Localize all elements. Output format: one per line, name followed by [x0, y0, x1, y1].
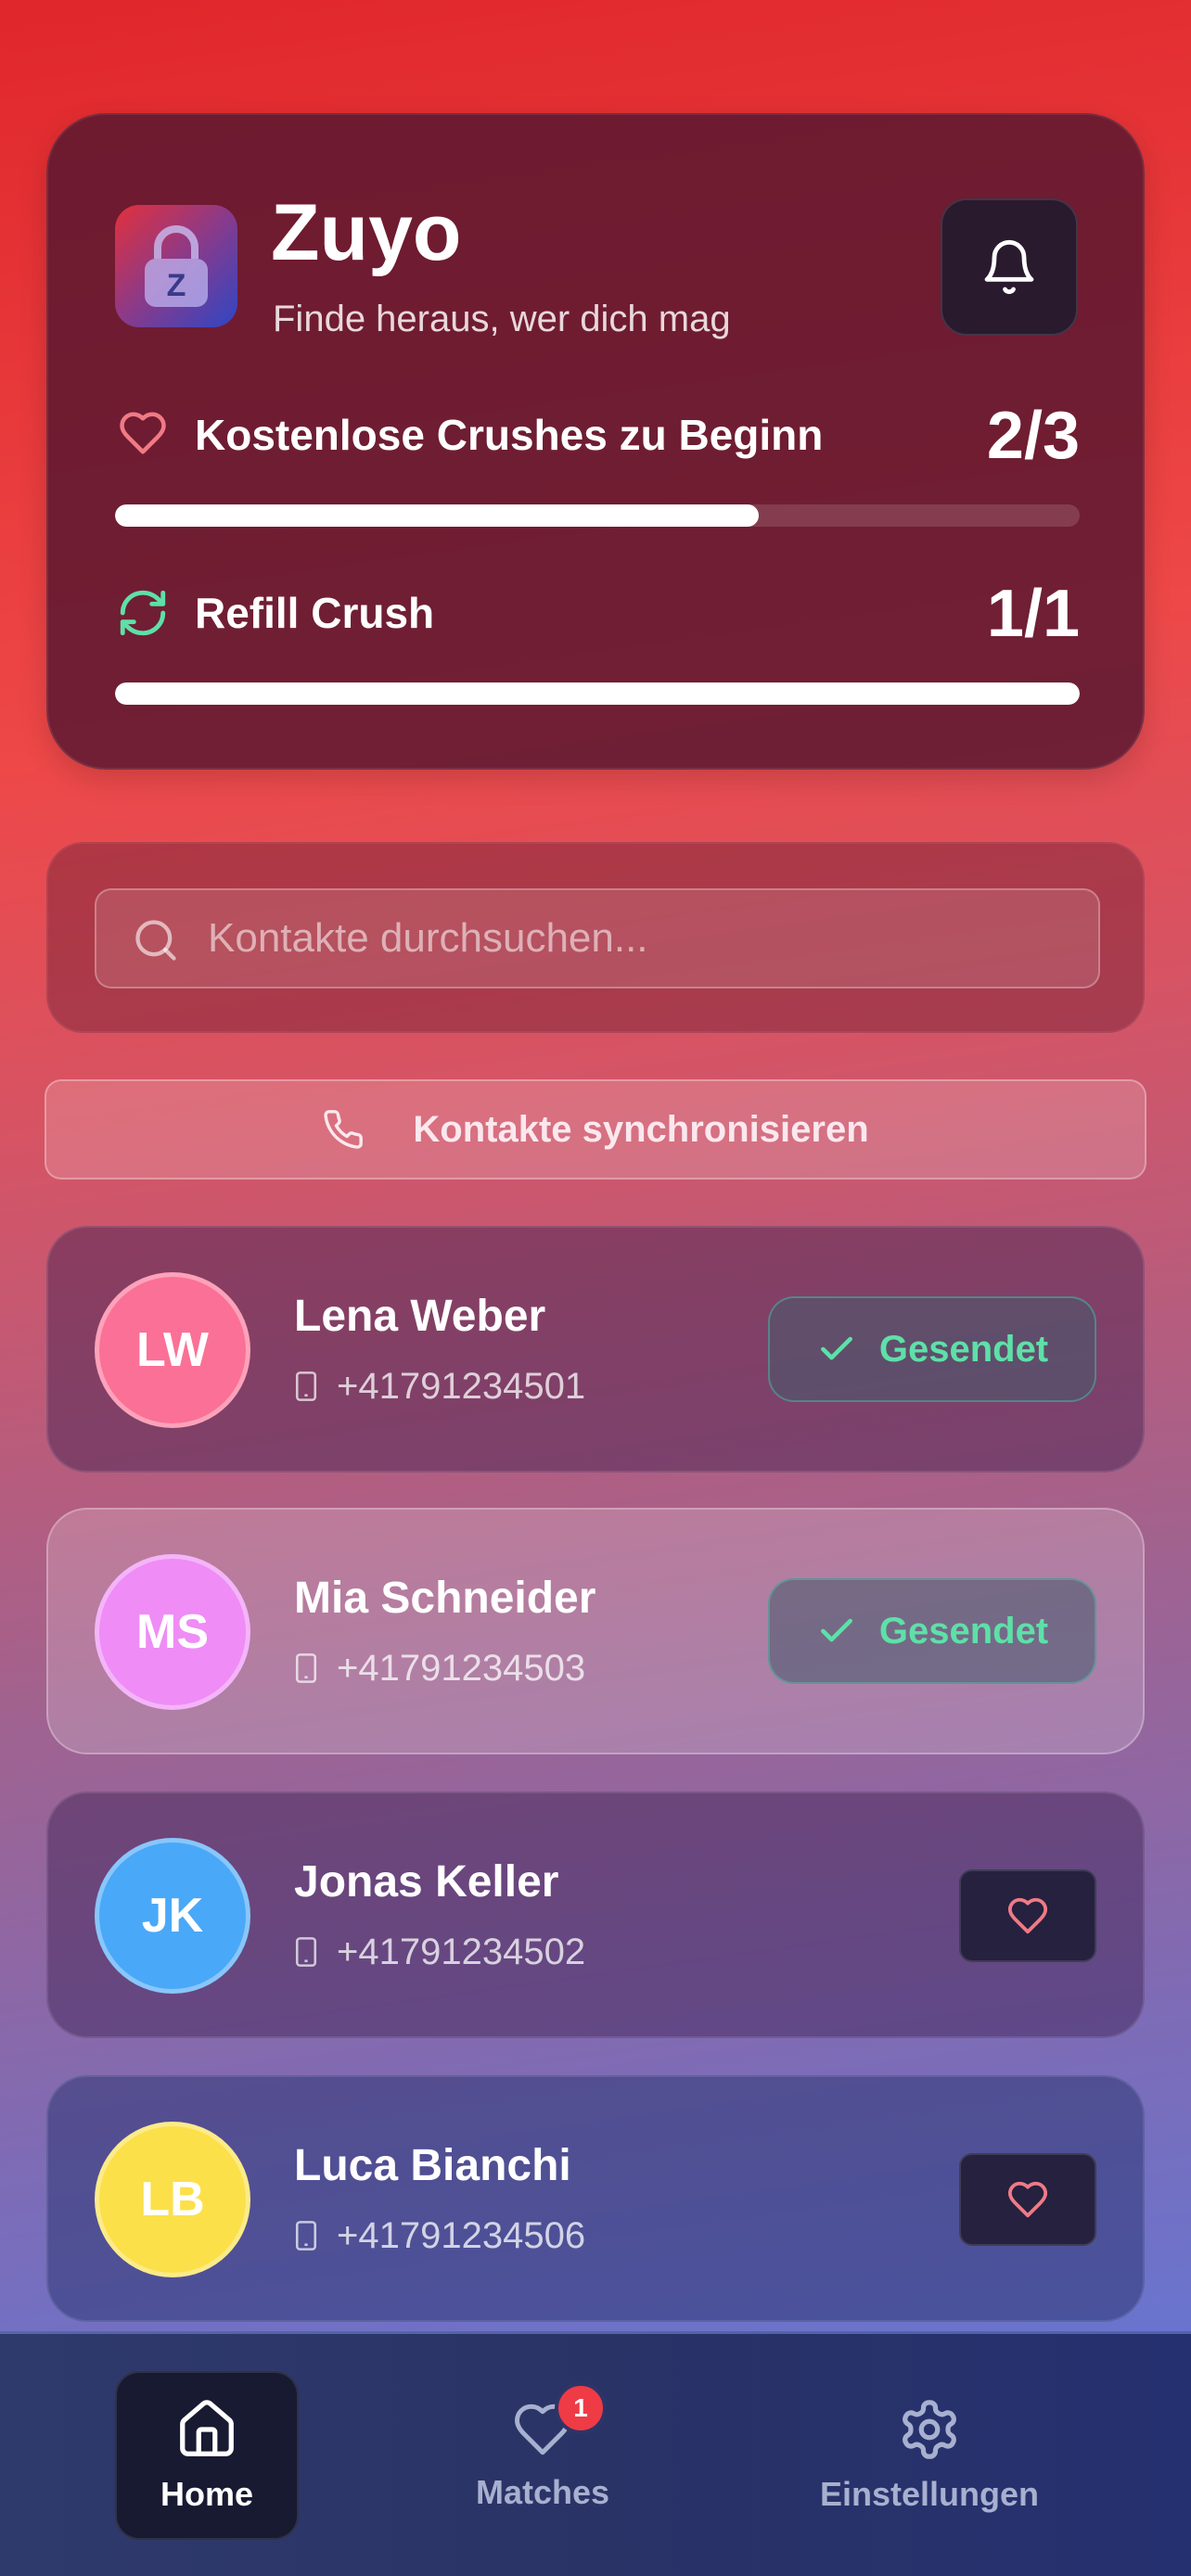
contact-card[interactable]: LW Lena Weber +41791234501 Gesendet: [46, 1226, 1145, 1473]
smartphone-icon: [295, 1937, 317, 1967]
sent-button[interactable]: Gesendet: [768, 1296, 1096, 1402]
svg-text:Z: Z: [167, 268, 186, 303]
bell-icon: [984, 239, 1034, 295]
app-subtitle: Finde heraus, wer dich mag: [273, 299, 731, 339]
app-logo: Z: [115, 205, 237, 327]
contact-phone-row: +41791234502: [294, 1929, 585, 1975]
matches-icon-wrap: 1: [510, 2382, 607, 2460]
notifications-button[interactable]: [941, 198, 1078, 336]
phone-icon: [324, 1110, 364, 1149]
smartphone-icon: [295, 1371, 317, 1401]
free-crushes-row: Kostenlose Crushes zu Beginn 2/3: [115, 393, 1080, 473]
like-button[interactable]: [959, 1869, 1096, 1962]
sent-label: Gesendet: [878, 1610, 1049, 1651]
avatar: MS: [95, 1554, 250, 1710]
sent-button[interactable]: Gesendet: [768, 1578, 1096, 1684]
smartphone-icon: [295, 1653, 317, 1683]
smartphone-icon: [295, 2221, 317, 2251]
check-icon: [820, 1618, 852, 1642]
header-card: Z Zuyo Finde heraus, wer dich mag Kosten…: [46, 113, 1145, 770]
contact-name: Mia Schneider: [294, 1574, 596, 1623]
contact-card[interactable]: LB Luca Bianchi +41791234506: [46, 2075, 1145, 2322]
nav-settings[interactable]: Einstellungen: [807, 2371, 1052, 2540]
heart-icon: [1007, 2181, 1048, 2218]
nav-matches[interactable]: 1 Matches: [450, 2371, 635, 2540]
refresh-icon: [120, 590, 166, 636]
home-icon: [180, 2400, 234, 2456]
contact-phone: +41791234501: [337, 1365, 586, 1407]
search-box[interactable]: [95, 888, 1100, 988]
check-icon: [820, 1336, 852, 1360]
search-icon: [135, 920, 176, 961]
nav-settings-label: Einstellungen: [819, 2475, 1040, 2513]
heart-icon: [1007, 1897, 1048, 1934]
sync-contacts-button[interactable]: Kontakte synchronisieren: [45, 1079, 1146, 1180]
nav-home[interactable]: Home: [115, 2371, 299, 2540]
contact-phone-row: +41791234501: [294, 1363, 585, 1409]
contact-phone-row: +41791234503: [294, 1645, 585, 1691]
free-crushes-progress-fill: [115, 504, 759, 527]
contact-phone: +41791234502: [337, 1931, 586, 1972]
lock-icon: Z: [145, 225, 208, 307]
bottom-nav: Home 1 Matches Einstellungen: [0, 2331, 1191, 2576]
contact-phone-row: +41791234506: [294, 2213, 585, 2259]
contact-card[interactable]: JK Jonas Keller +41791234502: [46, 1792, 1145, 2038]
contact-name: Lena Weber: [294, 1292, 546, 1341]
avatar: LW: [95, 1272, 250, 1428]
heart-icon: [120, 412, 166, 454]
avatar: JK: [95, 1838, 250, 1994]
search-card: [46, 842, 1145, 1033]
contact-name: Jonas Keller: [294, 1857, 559, 1906]
matches-badge: 1: [555, 2382, 607, 2434]
free-crushes-value: 2/3: [986, 399, 1080, 473]
like-button[interactable]: [959, 2153, 1096, 2246]
avatar: LB: [95, 2122, 250, 2277]
search-input[interactable]: [208, 890, 1080, 987]
sent-label: Gesendet: [878, 1328, 1049, 1370]
gear-icon: [903, 2400, 956, 2459]
free-crushes-progress: [115, 504, 1080, 527]
contact-name: Luca Bianchi: [294, 2141, 571, 2190]
nav-home-label: Home: [160, 2475, 254, 2513]
contact-card[interactable]: MS Mia Schneider +41791234503 Gesendet: [46, 1508, 1145, 1754]
refill-crush-progress-fill: [115, 682, 1080, 705]
contact-phone: +41791234503: [337, 1647, 586, 1689]
app-title: Zuyo: [271, 188, 462, 277]
nav-matches-label: Matches: [475, 2473, 610, 2511]
refill-crush-row: Refill Crush 1/1: [115, 571, 1080, 651]
refill-crush-value: 1/1: [986, 577, 1080, 651]
contact-phone: +41791234506: [337, 2214, 586, 2256]
refill-crush-progress: [115, 682, 1080, 705]
refill-crush-label: Refill Crush: [195, 589, 435, 637]
free-crushes-label: Kostenlose Crushes zu Beginn: [195, 411, 824, 459]
sync-contacts-label: Kontakte synchronisieren: [413, 1108, 869, 1150]
